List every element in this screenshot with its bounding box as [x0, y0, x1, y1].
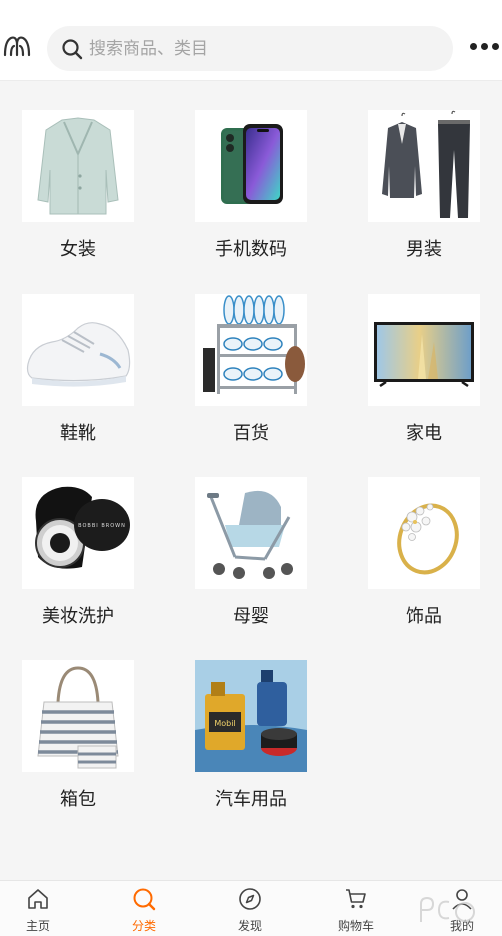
- car-oil-image: Mobil: [195, 660, 307, 772]
- category-mother-baby[interactable]: 母婴: [191, 477, 311, 647]
- mens-suit-image: [368, 110, 480, 222]
- home-icon: [28, 889, 48, 909]
- dish-rack-image: [195, 294, 307, 406]
- stroller-image: [195, 477, 307, 589]
- svg-text:BOBBI BROWN: BOBBI BROWN: [78, 523, 126, 529]
- cart-icon: [346, 889, 366, 909]
- tab-cart[interactable]: 购物车: [306, 881, 406, 936]
- category-label: 百货: [233, 423, 269, 444]
- category-accessories[interactable]: 饰品: [364, 477, 484, 647]
- top-bar: [0, 0, 502, 81]
- category-bags[interactable]: 箱包: [18, 660, 138, 830]
- category-label: 美妆洗护: [42, 606, 114, 627]
- category-label: 男装: [406, 239, 442, 260]
- svg-text:Mobil: Mobil: [214, 719, 235, 728]
- watermark-logo: [420, 896, 475, 922]
- tab-label: 发现: [237, 919, 262, 933]
- category-beauty-care[interactable]: BOBBI BROWN 美妆洗护: [18, 477, 138, 647]
- tab-label: 分类: [131, 919, 156, 933]
- sneaker-image: [22, 294, 134, 406]
- category-label: 女装: [60, 239, 96, 260]
- category-label: 家电: [406, 423, 442, 444]
- cosmetic-jar-image: BOBBI BROWN: [22, 477, 134, 589]
- logo-icon[interactable]: [2, 32, 32, 60]
- category-label: 鞋靴: [60, 423, 96, 444]
- tab-label: 主页: [25, 919, 50, 933]
- category-label: 母婴: [233, 606, 269, 627]
- category-shoes[interactable]: 鞋靴: [18, 294, 138, 464]
- category-mens-clothing[interactable]: 男装: [364, 110, 484, 280]
- television-image: [368, 294, 480, 406]
- category-label: 汽车用品: [215, 789, 287, 810]
- womens-blazer-image: [22, 110, 134, 222]
- category-label: 手机数码: [215, 239, 287, 260]
- compass-icon: [239, 888, 261, 910]
- category-womens-clothing[interactable]: 女装: [18, 110, 138, 280]
- category-grid: 女装 手机数码 男装 鞋靴 百货 家电 BOBBI BROWN 美妆洗护 母婴 …: [0, 80, 502, 880]
- tote-bag-image: [22, 660, 134, 772]
- category-icon: [133, 888, 156, 911]
- category-home-appliances[interactable]: 家电: [364, 294, 484, 464]
- search-icon: [62, 39, 83, 60]
- smartphone-image: [195, 110, 307, 222]
- ring-image: [368, 477, 480, 589]
- tab-category[interactable]: 分类: [94, 881, 194, 936]
- tab-home[interactable]: 主页: [0, 881, 88, 936]
- more-icon[interactable]: [470, 36, 500, 58]
- search-bar[interactable]: [47, 26, 453, 71]
- category-phones-digital[interactable]: 手机数码: [191, 110, 311, 280]
- category-label: 箱包: [60, 789, 96, 810]
- tab-label: 购物车: [337, 919, 374, 933]
- search-input[interactable]: [89, 34, 429, 64]
- category-label: 饰品: [406, 606, 442, 627]
- category-car-supplies[interactable]: Mobil 汽车用品: [191, 660, 311, 830]
- category-general-merchandise[interactable]: 百货: [191, 294, 311, 464]
- tab-discover[interactable]: 发现: [200, 881, 300, 936]
